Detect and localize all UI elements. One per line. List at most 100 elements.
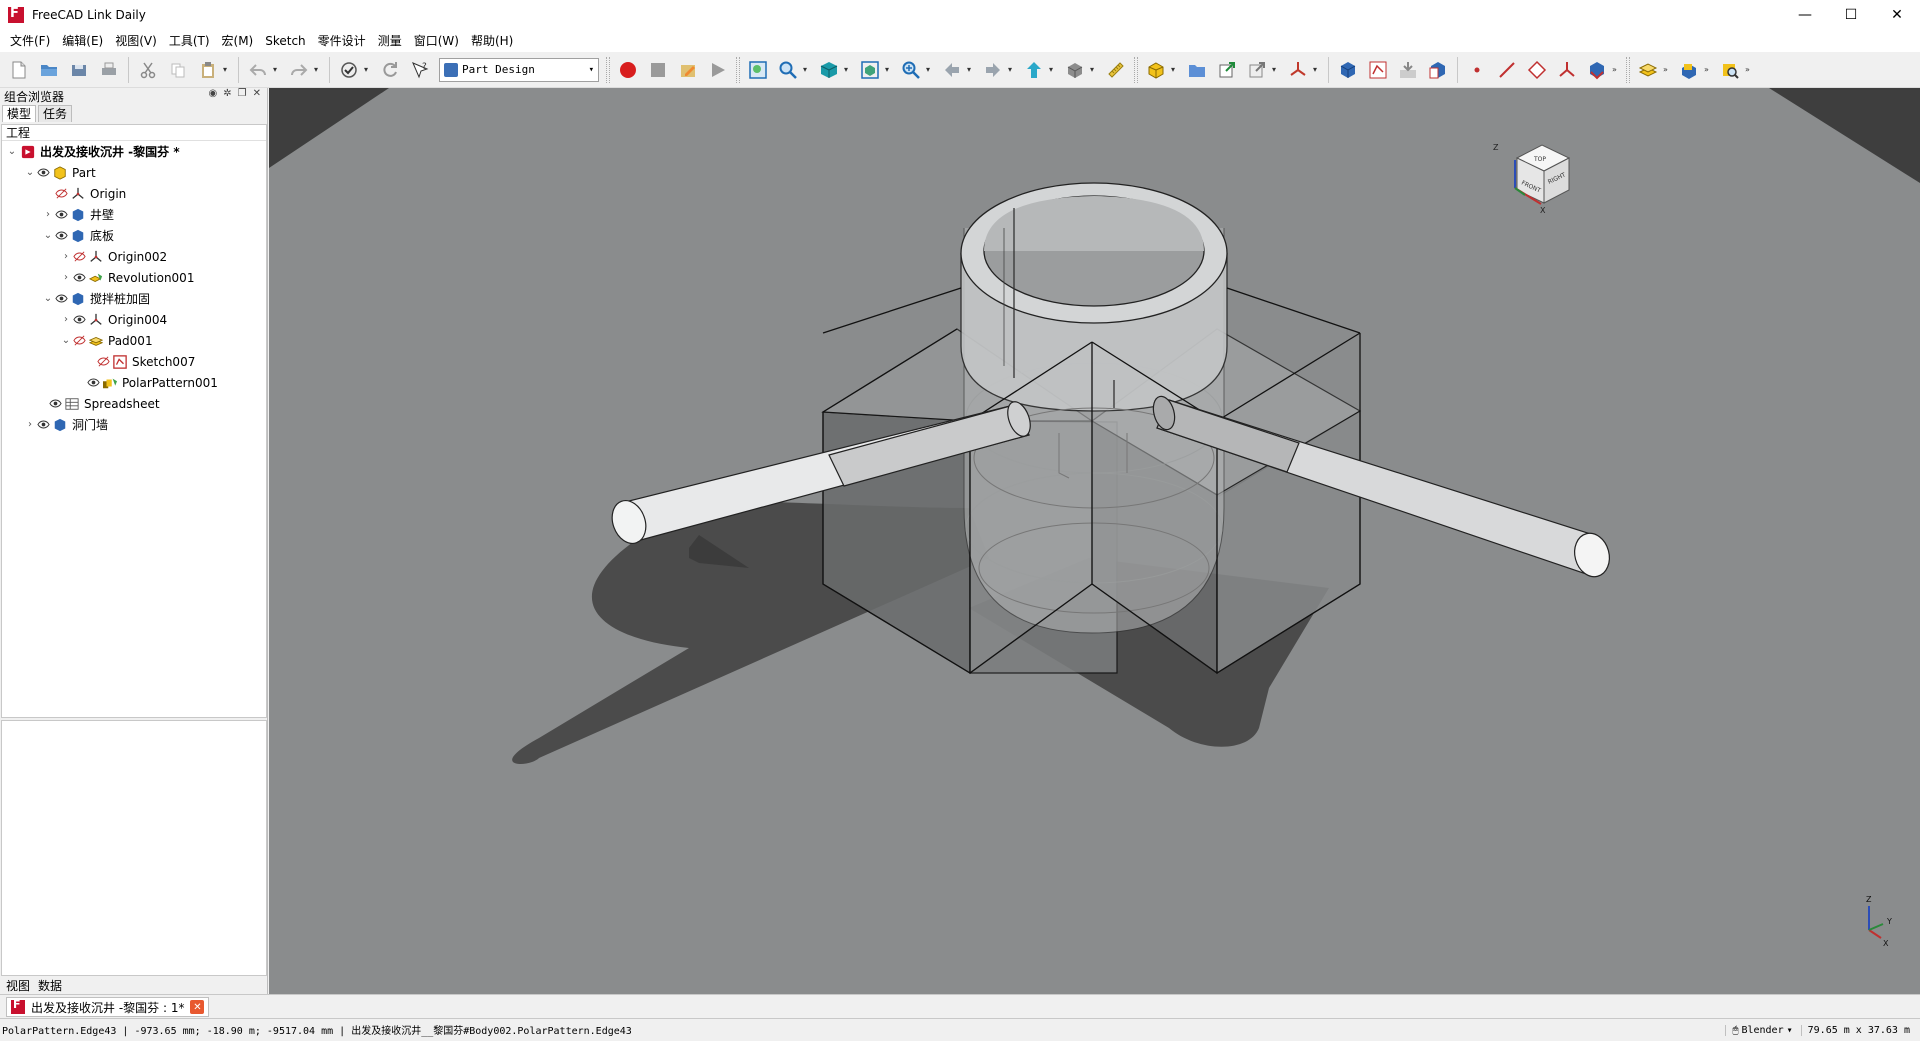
expander-icon[interactable]: › xyxy=(60,272,72,283)
tree-item-part[interactable]: ⌄ Part xyxy=(2,162,266,183)
menu-help[interactable]: 帮助(H) xyxy=(465,30,519,52)
link-actions-dropdown-icon[interactable]: ▾ xyxy=(1272,65,1280,74)
macro-record-button[interactable] xyxy=(615,57,641,83)
datum-cs-button[interactable] xyxy=(1285,57,1311,83)
create-sketch-button[interactable] xyxy=(1365,57,1391,83)
new-document-button[interactable] xyxy=(6,57,32,83)
toolbar-grip[interactable] xyxy=(736,56,740,83)
tree-item-mixing-pile[interactable]: ⌄ 搅拌桩加固 xyxy=(2,288,266,309)
tab-view[interactable]: 视图 xyxy=(2,977,34,994)
tree-item-origin002[interactable]: › Origin002 xyxy=(2,246,266,267)
create-body-button[interactable] xyxy=(1335,57,1361,83)
expander-icon[interactable]: › xyxy=(42,209,54,220)
tree-item-sketch007[interactable]: Sketch007 xyxy=(2,351,266,372)
tree-item-well-wall[interactable]: › 井壁 xyxy=(2,204,266,225)
tree-item-base-plate[interactable]: ⌄ 底板 xyxy=(2,225,266,246)
draw-style-button[interactable] xyxy=(816,57,842,83)
eye-icon[interactable] xyxy=(48,397,62,411)
eye-icon[interactable] xyxy=(72,313,86,327)
tab-data[interactable]: 数据 xyxy=(34,977,66,994)
redo-dropdown-icon[interactable]: ▾ xyxy=(314,65,322,74)
forward-dropdown-icon[interactable]: ▾ xyxy=(1008,65,1016,74)
more-tools-icon[interactable]: » xyxy=(1745,65,1753,74)
undo-button[interactable] xyxy=(245,57,271,83)
paste-dropdown-icon[interactable]: ▾ xyxy=(223,65,231,74)
tree-item-document[interactable]: ⌄ 出发及接收沉井 -黎国芬 * xyxy=(2,141,266,162)
back-dropdown-icon[interactable]: ▾ xyxy=(967,65,975,74)
toolbar-grip[interactable] xyxy=(1134,56,1138,83)
measure-button[interactable] xyxy=(1103,57,1129,83)
menu-sketch[interactable]: Sketch xyxy=(259,30,311,52)
more-tools-icon[interactable]: » xyxy=(1704,65,1712,74)
macro-execute-button[interactable] xyxy=(705,57,731,83)
more-tools-icon[interactable]: » xyxy=(1612,65,1620,74)
expander-icon[interactable]: › xyxy=(60,251,72,262)
whats-this-button[interactable]: ? xyxy=(407,57,433,83)
std-views-button[interactable] xyxy=(1062,57,1088,83)
shape-binder-button[interactable] xyxy=(1425,57,1451,83)
link-actions-button[interactable] xyxy=(1244,57,1270,83)
menu-macro[interactable]: 宏(M) xyxy=(216,30,260,52)
expander-icon[interactable]: › xyxy=(60,314,72,325)
create-part-button[interactable] xyxy=(1143,57,1169,83)
expander-icon[interactable]: ⌄ xyxy=(6,146,18,157)
workbench-extra-button[interactable] xyxy=(1676,57,1702,83)
validate-sketch-button[interactable] xyxy=(1395,57,1421,83)
eye-hidden-icon[interactable] xyxy=(72,250,86,264)
fit-selection-button[interactable] xyxy=(775,57,801,83)
datum-plane-button[interactable] xyxy=(1524,57,1550,83)
eye-icon[interactable] xyxy=(72,271,86,285)
expander-icon[interactable]: ⌄ xyxy=(60,335,72,346)
macro-stop-button[interactable] xyxy=(645,57,671,83)
tree-item-spreadsheet[interactable]: Spreadsheet xyxy=(2,393,266,414)
bounding-box-dropdown-icon[interactable]: ▾ xyxy=(885,65,893,74)
expander-icon[interactable]: › xyxy=(24,419,36,430)
tree-item-portal-wall[interactable]: › 洞门墙 xyxy=(2,414,266,435)
print-button[interactable] xyxy=(96,57,122,83)
expander-icon[interactable]: ⌄ xyxy=(42,230,54,241)
datum-point-button[interactable] xyxy=(1464,57,1490,83)
menu-view[interactable]: 视图(V) xyxy=(109,30,163,52)
up-dropdown-icon[interactable]: ▾ xyxy=(1049,65,1057,74)
zoom-in-button[interactable] xyxy=(898,57,924,83)
back-button[interactable] xyxy=(939,57,965,83)
fit-all-button[interactable] xyxy=(745,57,771,83)
zoom-dropdown-icon[interactable]: ▾ xyxy=(803,65,811,74)
draw-style-dropdown-icon[interactable]: ▾ xyxy=(844,65,852,74)
minimize-button[interactable]: — xyxy=(1782,0,1828,30)
std-views-dropdown-icon[interactable]: ▾ xyxy=(1090,65,1098,74)
redo-button[interactable] xyxy=(286,57,312,83)
eye-hidden-icon[interactable] xyxy=(54,187,68,201)
panel-settings-icon[interactable]: ✲ xyxy=(223,88,231,99)
save-button[interactable] xyxy=(66,57,92,83)
datum-line-button[interactable] xyxy=(1494,57,1520,83)
panel-float-icon[interactable]: ❐ xyxy=(238,88,247,99)
make-link-button[interactable] xyxy=(1214,57,1240,83)
inspect-button[interactable] xyxy=(1717,57,1743,83)
macro-dropdown-icon[interactable]: ▾ xyxy=(364,65,372,74)
menu-measure[interactable]: 测量 xyxy=(372,30,408,52)
close-tab-icon[interactable]: ✕ xyxy=(190,1000,205,1014)
create-group-button[interactable] xyxy=(1184,57,1210,83)
tab-tasks[interactable]: 任务 xyxy=(38,105,73,122)
menu-edit[interactable]: 编辑(E) xyxy=(56,30,109,52)
eye-icon[interactable] xyxy=(36,166,50,180)
panel-close-icon[interactable]: ✕ xyxy=(253,88,261,99)
toolbar-grip[interactable] xyxy=(606,56,610,83)
refresh-button[interactable] xyxy=(377,57,403,83)
macro-check-button[interactable] xyxy=(336,57,362,83)
3d-viewport[interactable]: TOP FRONT RIGHT Z X Z Y X xyxy=(269,88,1920,994)
tree-item-revolution001[interactable]: › Revolution001 xyxy=(2,267,266,288)
macro-edit-button[interactable] xyxy=(675,57,701,83)
eye-icon[interactable] xyxy=(54,292,68,306)
menu-part-design[interactable]: 零件设计 xyxy=(312,30,372,52)
part-dropdown-icon[interactable]: ▾ xyxy=(1171,65,1179,74)
tab-model[interactable]: 模型 xyxy=(2,105,37,122)
scene-canvas[interactable]: TOP FRONT RIGHT Z X Z Y X xyxy=(269,88,1920,994)
eye-icon[interactable] xyxy=(54,229,68,243)
close-window-button[interactable]: ✕ xyxy=(1874,0,1920,30)
expander-icon[interactable]: ⌄ xyxy=(24,167,36,178)
navigation-style-selector[interactable]: 🖱 Blender ▾ xyxy=(1725,1024,1793,1036)
menu-window[interactable]: 窗口(W) xyxy=(408,30,465,52)
more-tools-icon[interactable]: » xyxy=(1663,65,1671,74)
